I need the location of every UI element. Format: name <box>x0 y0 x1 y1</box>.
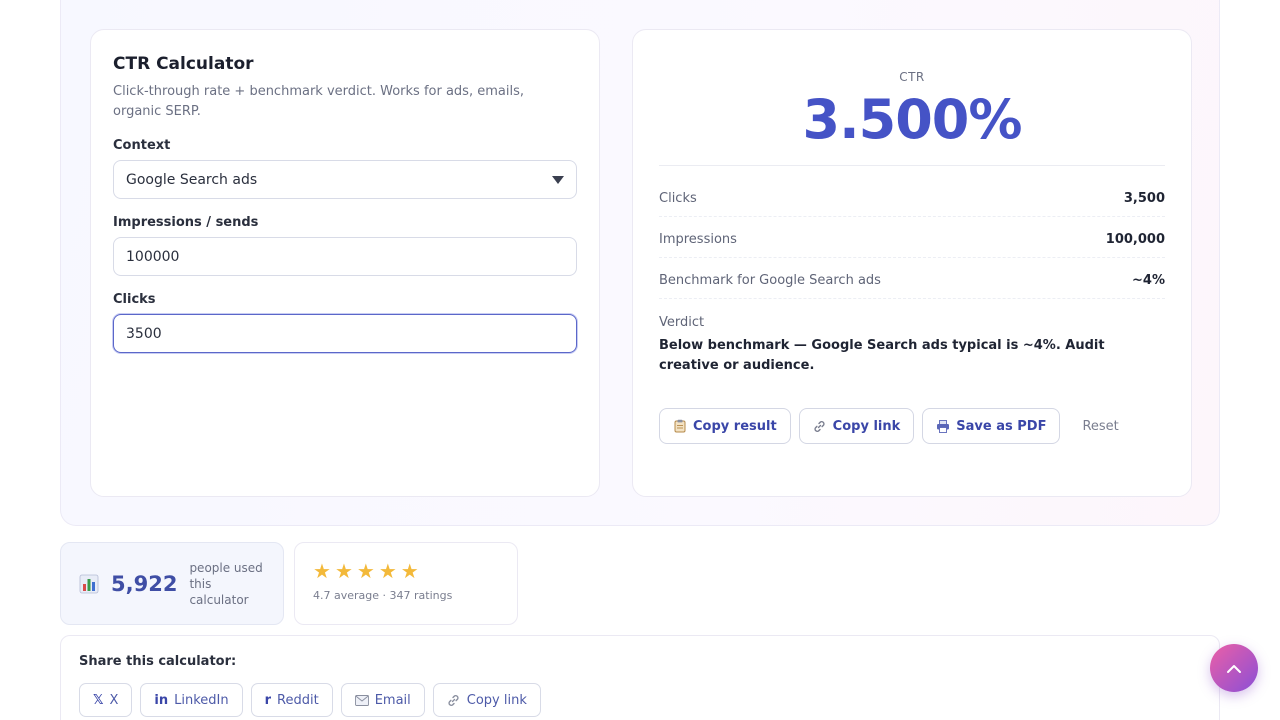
copy-result-label: Copy result <box>693 418 777 434</box>
copy-result-button[interactable]: Copy result <box>659 408 791 444</box>
divider <box>659 165 1165 166</box>
impressions-label: Impressions / sends <box>113 215 259 230</box>
share-email-button[interactable]: Email <box>340 683 425 717</box>
chevron-down-icon <box>552 175 564 184</box>
share-copy-link-label: Copy link <box>466 692 527 708</box>
verdict-label: Verdict <box>659 315 705 330</box>
clipboard-icon <box>673 419 687 433</box>
share-copy-link-button[interactable]: Copy link <box>432 683 541 717</box>
reddit-icon: r <box>264 692 272 708</box>
usage-stat-card: 5,922 people used this calculator <box>60 542 284 625</box>
clicks-label: Clicks <box>113 292 156 307</box>
context-select-value: Google Search ads <box>126 171 258 188</box>
calculator-panel: CTR Calculator Click-through rate + benc… <box>60 0 1220 526</box>
clicks-input[interactable]: 3500 <box>113 314 577 353</box>
reset-button[interactable]: Reset <box>1068 408 1133 444</box>
rating-summary: 4.7 average · 347 ratings <box>313 589 453 602</box>
envelope-icon <box>354 693 369 707</box>
ctr-value: 3.500% <box>802 88 1023 151</box>
star-icon[interactable]: ★ <box>379 559 397 583</box>
save-pdf-label: Save as PDF <box>956 418 1047 434</box>
result-row: Clicks 3,500 <box>659 184 1165 217</box>
share-section: Share this calculator: 𝕏 X in LinkedIn r… <box>60 635 1220 720</box>
share-email-label: Email <box>374 692 411 708</box>
share-linkedin-label: LinkedIn <box>174 692 229 708</box>
verdict-text: Below benchmark — Google Search ads typi… <box>659 338 1105 373</box>
result-row: Benchmark for Google Search ads ~4% <box>659 266 1165 299</box>
usage-count: 5,922 <box>111 571 178 596</box>
calculator-title: CTR Calculator <box>113 54 254 74</box>
copy-link-button[interactable]: Copy link <box>798 408 915 444</box>
x-icon: 𝕏 <box>93 692 104 708</box>
share-linkedin-button[interactable]: in LinkedIn <box>140 683 243 717</box>
result-row-key: Impressions <box>659 232 737 247</box>
share-reddit-button[interactable]: r Reddit <box>250 683 333 717</box>
linkedin-icon: in <box>154 692 169 708</box>
result-card: CTR 3.500% Clicks 3,500 Impressions 100,… <box>632 29 1192 497</box>
share-reddit-label: Reddit <box>277 692 319 708</box>
usage-description: people used this calculator <box>189 560 263 607</box>
share-title: Share this calculator: <box>79 654 237 669</box>
result-row-key: Clicks <box>659 191 697 206</box>
star-icon[interactable]: ★ <box>335 559 353 583</box>
link-icon <box>447 693 461 707</box>
result-row-key: Benchmark for Google Search ads <box>659 273 881 288</box>
clicks-input-value: 3500 <box>126 325 162 342</box>
impressions-input-value: 100000 <box>126 248 180 265</box>
context-select[interactable]: Google Search ads <box>113 160 577 199</box>
bar-chart-icon <box>79 574 99 594</box>
result-row-value: 3,500 <box>1123 191 1165 206</box>
context-label: Context <box>113 138 171 153</box>
scroll-to-top-button[interactable] <box>1210 644 1258 692</box>
impressions-input[interactable]: 100000 <box>113 237 577 276</box>
star-icon[interactable]: ★ <box>401 559 419 583</box>
share-buttons: 𝕏 X in LinkedIn r Reddit Email Copy link <box>79 683 1201 717</box>
star-rating[interactable]: ★ ★ ★ ★ ★ <box>313 559 499 583</box>
save-pdf-button[interactable]: Save as PDF <box>922 408 1061 444</box>
copy-link-label: Copy link <box>832 418 901 434</box>
share-x-label: X <box>109 692 119 708</box>
printer-icon <box>936 419 950 433</box>
result-actions: Copy result Copy link Save as PDF Reset <box>659 408 1165 444</box>
chevron-up-icon <box>1226 659 1242 678</box>
result-row: Impressions 100,000 <box>659 225 1165 258</box>
star-icon[interactable]: ★ <box>313 559 331 583</box>
input-card: CTR Calculator Click-through rate + benc… <box>90 29 600 497</box>
link-icon <box>813 419 827 433</box>
result-row-value: 100,000 <box>1105 232 1165 247</box>
result-row-value: ~4% <box>1132 273 1165 288</box>
share-x-button[interactable]: 𝕏 X <box>79 683 133 717</box>
rating-card: ★ ★ ★ ★ ★ 4.7 average · 347 ratings <box>294 542 518 625</box>
star-icon[interactable]: ★ <box>357 559 375 583</box>
calculator-subtitle: Click-through rate + benchmark verdict. … <box>113 84 524 119</box>
ctr-label: CTR <box>899 70 925 84</box>
